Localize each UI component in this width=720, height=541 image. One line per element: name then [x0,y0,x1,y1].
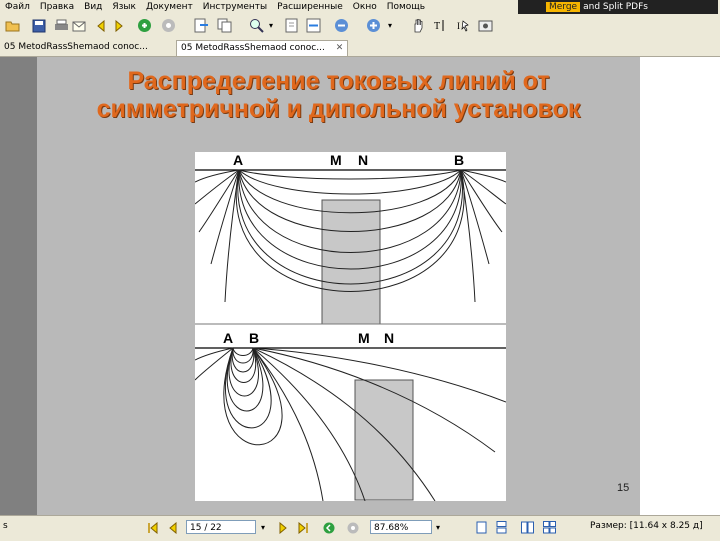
zoom-out-icon[interactable] [333,17,350,34]
tab-label: 05 MetodRassShemaod conoc... [4,42,148,52]
electrode-label-m2: M [358,330,370,346]
status-bar: s 15 / 22 ▾ 87.68% ▾ Размер: [11.64 x 8.… [0,515,720,541]
zoom-dropdown-icon[interactable]: ▾ [385,18,395,32]
continuous-icon[interactable] [494,520,508,535]
electrode-label-n2: N [384,330,394,346]
svg-text:I: I [457,21,460,31]
export-icon[interactable] [193,17,210,34]
facing-pages-icon[interactable] [520,520,534,535]
page-blank-area [640,57,720,515]
dipole-array-panel: A B M N [195,328,506,501]
current-lines-figure: A M N B A B M N [195,152,506,501]
first-page-icon[interactable] [146,520,160,535]
menu-window[interactable]: Окно [348,2,382,12]
banner-text: and Split PDFs [583,2,648,12]
menu-edit[interactable]: Правка [35,2,79,12]
close-icon[interactable]: ✕ [336,43,344,53]
ad-banner[interactable]: Merge and Split PDFs [518,0,718,14]
tab-document-2[interactable]: 05 MetodRassShemaod conoc... ✕ [176,40,349,56]
go-forward-icon[interactable] [346,520,360,535]
copy-icon[interactable] [216,17,233,34]
menu-view[interactable]: Вид [79,2,107,12]
page-size-readout: Размер: [11.64 x 8.25 д] [590,521,703,531]
svg-text:T: T [434,21,440,32]
slide-page: Распределение токовых линий от симметрич… [37,57,640,515]
back-icon[interactable] [92,17,109,34]
menu-tools[interactable]: Инструменты [198,2,272,12]
slide-page-number: 15 [617,482,630,494]
next-page-icon[interactable] [276,520,290,535]
electrode-label-m: M [330,152,342,168]
slide-title: Распределение токовых линий от симметрич… [37,67,640,123]
menu-language[interactable]: Язык [107,2,141,12]
electrode-label-b2: B [249,330,259,346]
previous-page-icon[interactable] [166,520,180,535]
stop-icon[interactable] [160,17,177,34]
page-dropdown-icon[interactable]: ▾ [258,520,268,534]
hand-icon[interactable] [410,17,427,34]
zoom-level-field[interactable]: 87.68% [370,520,432,534]
fit-page-icon[interactable] [283,17,300,34]
email-icon[interactable] [70,17,87,34]
menu-file[interactable]: Файл [0,2,35,12]
slide-title-line-1: Распределение токовых линий от [127,67,550,95]
toolbar: ▾ ▾ T I [0,14,720,39]
last-page-icon[interactable] [296,520,310,535]
menu-advanced[interactable]: Расширенные [272,2,348,12]
single-page-icon[interactable] [474,520,488,535]
open-icon[interactable] [4,17,21,34]
print-icon[interactable] [53,17,70,34]
electrode-label-b: B [454,152,464,168]
status-marker: s [3,521,8,531]
zoom-in-icon[interactable] [248,17,265,34]
electrode-label-n: N [358,152,368,168]
zoom-tool-dropdown-icon[interactable]: ▾ [266,18,276,32]
save-icon[interactable] [30,17,47,34]
tab-document-1[interactable]: 05 MetodRassShemaod conoc... [0,40,152,55]
banner-merge: Merge [546,2,581,12]
menu-help[interactable]: Помощь [382,2,430,12]
menu-document[interactable]: Документ [141,2,198,12]
go-back-icon[interactable] [322,520,336,535]
page-number-field[interactable]: 15 / 22 [186,520,256,534]
snapshot-icon[interactable] [477,17,494,34]
forward-icon[interactable] [110,17,127,34]
document-viewer[interactable]: Распределение токовых линий от симметрич… [0,57,720,515]
slide-title-line-2: симметричной и дипольной установок [96,95,581,123]
tab-label: 05 MetodRassShemaod conoc... [181,43,325,53]
document-tab-bar: 05 MetodRassShemaod conoc... 05 MetodRas… [0,38,720,57]
electrode-label-a: A [233,152,243,168]
zoom-level-dropdown-icon[interactable]: ▾ [433,520,443,534]
text-select-arrow-icon[interactable]: I [456,17,473,34]
fit-width-icon[interactable] [305,17,322,34]
electrode-label-a2: A [223,330,233,346]
text-select-icon[interactable]: T [432,17,449,34]
go-icon[interactable] [136,17,153,34]
zoom-plus-icon[interactable] [365,17,382,34]
continuous-facing-icon[interactable] [542,520,556,535]
